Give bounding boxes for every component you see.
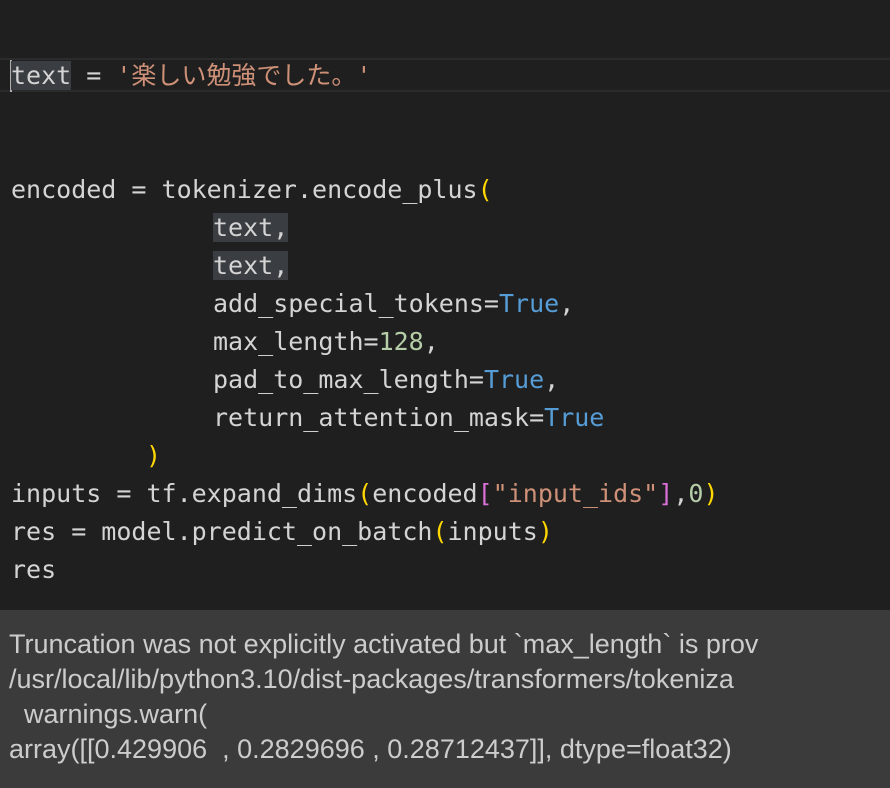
output-path-line: /usr/local/lib/python3.10/dist-packages/…	[9, 664, 734, 694]
code-token: max_length=	[213, 327, 379, 356]
code-line-12[interactable]: res	[11, 551, 56, 589]
code-token: text,	[213, 213, 289, 242]
code-line-1[interactable]: text = '楽しい勉強でした。'	[11, 57, 371, 95]
bracket: )	[537, 517, 553, 546]
output-warn-call-line: warnings.warn(	[9, 699, 208, 729]
code-line-2[interactable]: encoded = tokenizer.encode_plus(	[11, 171, 493, 209]
code-token: ,	[423, 327, 439, 356]
code-line-9[interactable]: )	[146, 437, 161, 475]
keyword: True	[544, 403, 605, 432]
output-result-line: array([[0.429906 , 0.2829696 , 0.2871243…	[9, 734, 732, 764]
code-token: res = model.predict_on_batch	[11, 517, 433, 546]
code-token: text	[11, 61, 72, 90]
string-literal: "input_ids"	[492, 479, 659, 508]
code-line-6[interactable]: max_length=128,	[213, 323, 439, 361]
number-literal: 0	[688, 479, 704, 508]
bracket: (	[357, 479, 373, 508]
bracket: ]	[658, 479, 674, 508]
code-token: ,	[544, 365, 560, 394]
code-line-4[interactable]: text,	[213, 247, 289, 285]
output-warning-line: Truncation was not explicitly activated …	[9, 629, 759, 659]
bracket: [	[477, 479, 493, 508]
code-token: =	[71, 61, 117, 90]
code-token: ,	[559, 289, 575, 318]
code-token: return_attention_mask=	[213, 403, 545, 432]
code-token: inputs = tf.expand_dims	[11, 479, 358, 508]
code-token: text,	[213, 251, 289, 280]
code-line-10[interactable]: inputs = tf.expand_dims(encoded["input_i…	[11, 475, 719, 513]
code-token: encoded = tokenizer.encode_plus	[11, 175, 478, 204]
code-token: add_special_tokens=	[213, 289, 499, 318]
code-line-7[interactable]: pad_to_max_length=True,	[213, 361, 559, 399]
keyword: True	[483, 365, 545, 394]
keyword: True	[498, 289, 560, 318]
code-token: ,	[673, 479, 689, 508]
code-line-3[interactable]: text,	[213, 209, 289, 247]
string-literal: '楽しい勉強でした。'	[116, 61, 372, 90]
notebook-cell: text = '楽しい勉強でした。' encoded = tokenizer.e…	[0, 0, 890, 788]
code-editor[interactable]: text = '楽しい勉強でした。' encoded = tokenizer.e…	[0, 0, 890, 610]
code-line-8[interactable]: return_attention_mask=True	[213, 399, 604, 437]
code-token: inputs	[447, 517, 538, 546]
cell-output: Truncation was not explicitly activated …	[0, 610, 890, 788]
number-literal: 128	[378, 327, 424, 356]
bracket: )	[146, 441, 162, 470]
bracket: (	[477, 175, 493, 204]
code-token: encoded	[372, 479, 478, 508]
code-token: res	[11, 555, 57, 584]
code-line-11[interactable]: res = model.predict_on_batch(inputs)	[11, 513, 553, 551]
code-token: pad_to_max_length=	[213, 365, 484, 394]
code-line-5[interactable]: add_special_tokens=True,	[213, 285, 574, 323]
bracket: )	[703, 479, 719, 508]
bracket: (	[432, 517, 448, 546]
